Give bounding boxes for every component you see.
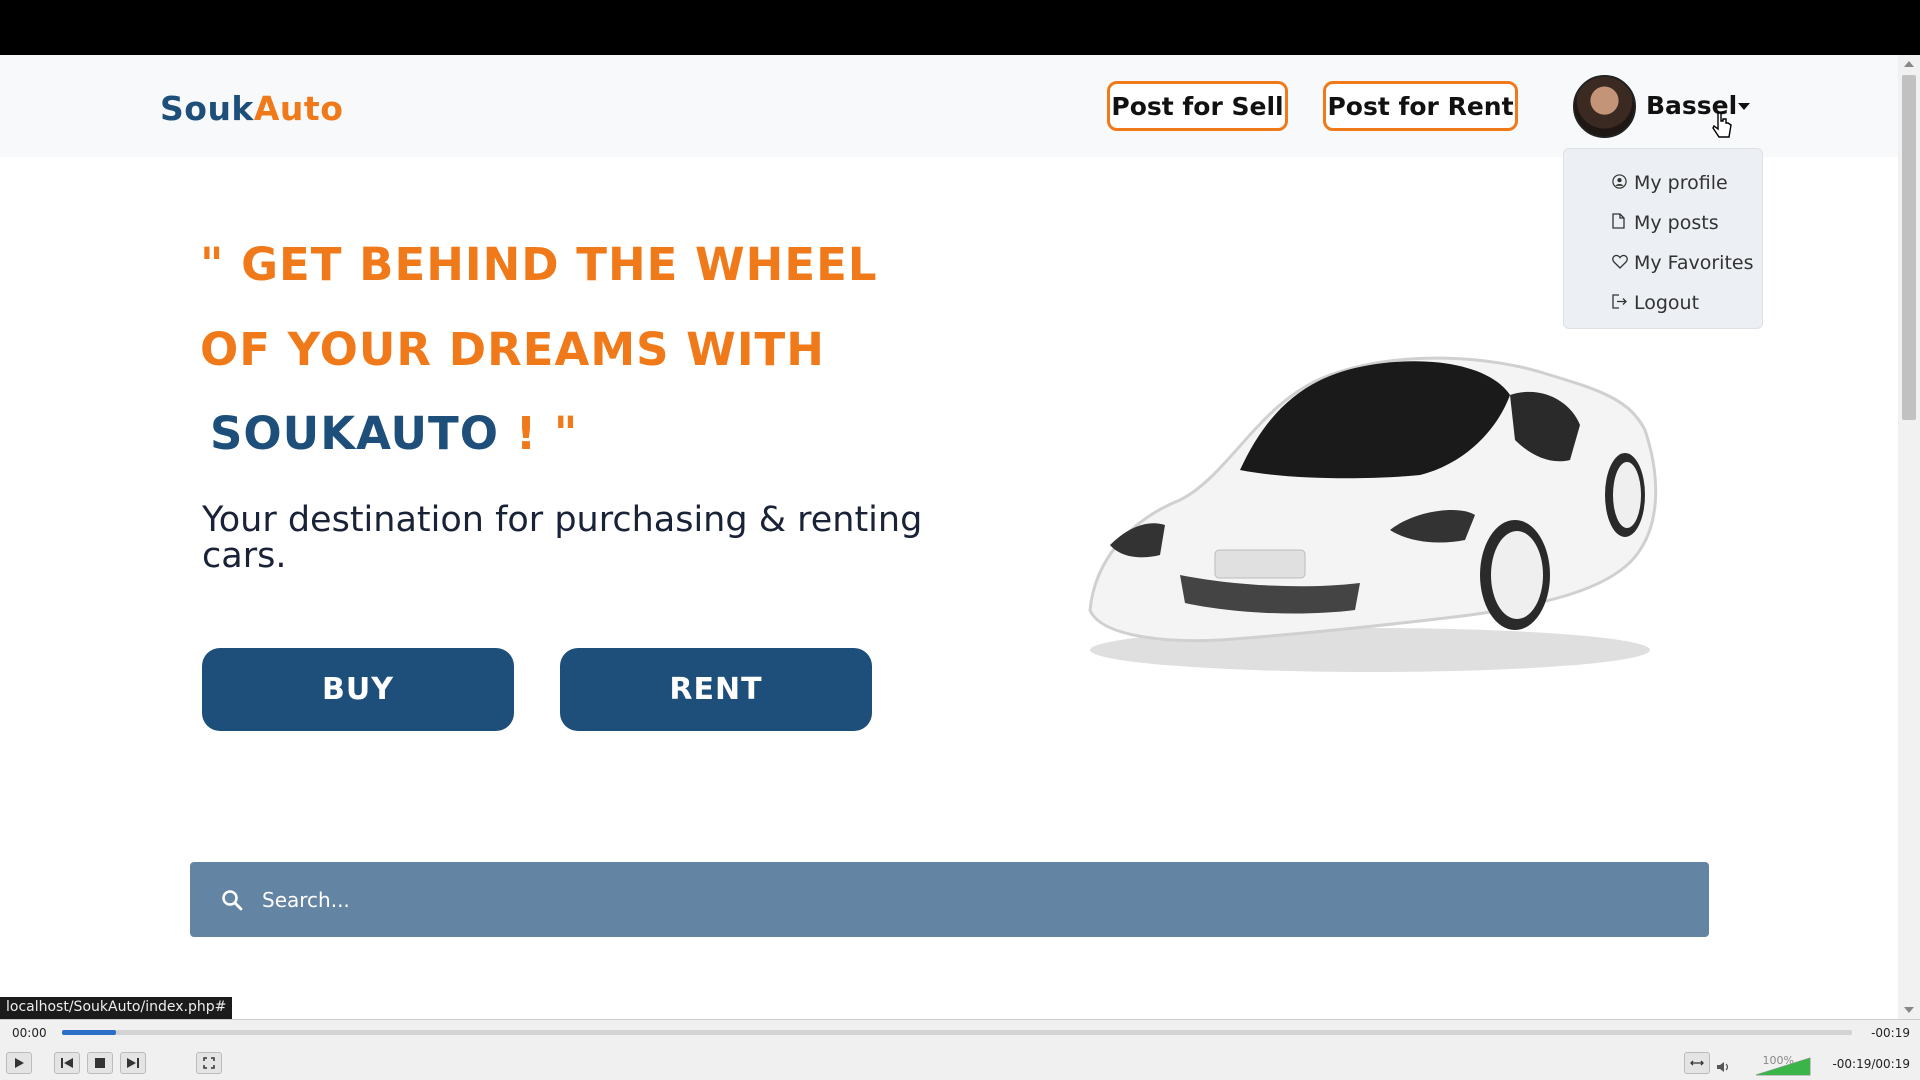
time-total: -00:19/00:19 [1832,1057,1910,1071]
previous-button[interactable] [54,1052,80,1074]
hero-car-image [1088,356,1658,672]
seek-progress [62,1030,116,1035]
aspect-ratio-icon[interactable] [1684,1052,1710,1074]
search-bar [190,862,1709,937]
vertical-scrollbar[interactable] [1898,55,1920,1019]
scrollbar-thumb[interactable] [1902,75,1916,420]
rent-button[interactable]: RENT [560,648,872,731]
dropdown-item-my-posts[interactable]: My posts [1564,203,1762,243]
site-logo[interactable]: SoukAuto [160,89,343,128]
dropdown-label: My Favorites [1634,252,1754,274]
navbar: SoukAuto Post for Sell Post for Rent Bas… [0,55,1898,157]
dropdown-label: My posts [1634,212,1719,234]
next-button[interactable] [120,1052,146,1074]
seek-bar[interactable] [62,1030,1852,1035]
logo-part-souk: Souk [160,89,254,128]
scroll-up-icon[interactable] [1904,61,1914,67]
status-bar-url: localhost/SoukAuto/index.php# [0,997,233,1019]
volume-slider[interactable] [1754,1056,1812,1076]
search-input[interactable] [262,887,1662,912]
dropdown-item-my-profile[interactable]: My profile [1564,163,1762,203]
avatar[interactable] [1573,75,1636,138]
media-player-controls: 00:00 -00:19 100% -00:19/00:19 [0,1019,1920,1080]
dropdown-item-my-favorites[interactable]: My Favorites [1564,243,1762,283]
time-elapsed: 00:00 [12,1026,47,1040]
search-icon [222,889,243,910]
buy-button[interactable]: BUY [202,648,514,731]
hero-exclamation: ! [515,407,538,460]
mouse-pointer-icon [1712,112,1732,138]
fullscreen-toggle-icon[interactable] [196,1052,222,1074]
logo-part-auto: Auto [253,89,344,128]
browser-viewport: SoukAuto Post for Sell Post for Rent Bas… [0,55,1920,1019]
hero-endquote: " [553,407,579,460]
hero-headline-line3: SOUKAUTO ! " [210,407,578,460]
chevron-down-icon[interactable] [1738,103,1750,110]
heart-icon [1612,254,1634,273]
stop-button[interactable] [87,1052,113,1074]
scroll-down-icon[interactable] [1904,1007,1914,1013]
time-remaining: -00:19 [1871,1026,1910,1040]
user-dropdown-menu: My profile My posts My Favorites Logout [1563,148,1763,329]
hero-headline-line1: " GET BEHIND THE WHEEL [200,238,878,291]
hero-headline-line2: OF YOUR DREAMS WITH [200,323,825,376]
volume-icon[interactable] [1716,1060,1730,1074]
hero-brand: SOUKAUTO [210,407,500,460]
play-button[interactable] [6,1052,32,1074]
dropdown-label: My profile [1634,172,1728,194]
user-circle-icon [1612,173,1634,193]
file-icon [1612,213,1634,233]
video-top-bar [0,0,1920,55]
post-for-rent-button[interactable]: Post for Rent [1323,81,1518,131]
post-for-sell-button[interactable]: Post for Sell [1107,81,1288,131]
hero-tagline: Your destination for purchasing & rentin… [202,500,923,576]
